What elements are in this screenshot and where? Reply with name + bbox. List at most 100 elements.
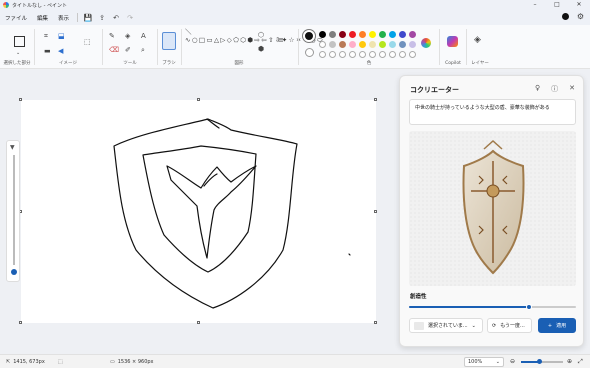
account-avatar-icon[interactable] <box>561 13 569 20</box>
menu-file[interactable]: ファイル <box>0 14 32 22</box>
custom-color-slot[interactable] <box>389 51 396 58</box>
share-icon[interactable]: ⇪ <box>95 14 109 22</box>
zoom-value: 100% <box>468 359 483 365</box>
retry-button[interactable]: ⟳ もう一度... <box>487 318 532 333</box>
fill-icon[interactable]: ◈ <box>125 32 130 40</box>
color-swatch[interactable] <box>359 41 366 48</box>
fit-screen-icon[interactable]: ⤢ <box>578 358 583 366</box>
custom-color-slot[interactable] <box>379 51 386 58</box>
color-swatch[interactable] <box>329 31 336 38</box>
select-rectangle-icon[interactable] <box>14 36 25 47</box>
redo-icon[interactable]: ↷ <box>123 14 137 22</box>
resize-icon[interactable]: ⬓ <box>58 32 65 40</box>
color-swatch[interactable] <box>319 31 326 38</box>
magnifier-icon[interactable]: ⌕ <box>141 46 145 54</box>
custom-color-slot[interactable] <box>319 51 326 58</box>
text-icon[interactable]: A <box>141 32 146 40</box>
color-swatch[interactable] <box>319 41 326 48</box>
color-swatch[interactable] <box>349 41 356 48</box>
save-icon[interactable]: 💾 <box>81 14 95 22</box>
color-swatch[interactable] <box>349 31 356 38</box>
brush-icon[interactable] <box>162 32 176 50</box>
color-swatch[interactable] <box>389 41 396 48</box>
color-swatch[interactable] <box>359 31 366 38</box>
shape-fill-icon[interactable]: ⬢ <box>258 45 264 53</box>
close-icon[interactable]: ✕ <box>568 0 590 10</box>
canvas-resize-handle[interactable] <box>19 98 22 101</box>
canvas-resize-handle[interactable] <box>374 210 377 213</box>
custom-color-slot[interactable] <box>409 51 416 58</box>
info-icon[interactable]: ⓘ <box>551 84 558 94</box>
select-dropdown-icon[interactable]: ⌄ <box>16 49 20 57</box>
eraser-icon[interactable]: ⌫ <box>109 46 119 54</box>
shape-outline-icon[interactable]: ⬡ <box>258 31 264 39</box>
zoom-slider[interactable] <box>521 359 563 364</box>
edit-colors-icon[interactable] <box>421 38 431 48</box>
ribbon-divider <box>181 29 182 65</box>
custom-color-slot[interactable] <box>349 51 356 58</box>
zoom-out-icon[interactable]: ⊖ <box>510 358 515 365</box>
canvas-resize-handle[interactable] <box>197 321 200 324</box>
secondary-color-swatch[interactable] <box>305 48 314 57</box>
layers-icon[interactable]: ◈ <box>474 35 481 45</box>
primary-color-swatch[interactable] <box>303 30 315 42</box>
close-panel-icon[interactable]: ✕ <box>569 84 575 94</box>
minimize-icon[interactable]: – <box>524 0 546 10</box>
zoom-in-icon[interactable]: ⊕ <box>567 358 572 365</box>
refresh-icon: ⟳ <box>492 322 497 329</box>
creativity-slider[interactable] <box>409 304 576 310</box>
shield-sketch <box>113 118 351 309</box>
zoom-slider-knob[interactable] <box>537 359 542 364</box>
undo-icon[interactable]: ↶ <box>109 14 123 22</box>
line-size-icon[interactable]: ≡ <box>278 36 284 44</box>
generated-shield-image <box>462 139 525 275</box>
color-swatch[interactable] <box>369 41 376 48</box>
remove-background-icon[interactable]: ▬ <box>44 47 51 55</box>
color-picker-icon[interactable]: ✐ <box>125 46 131 54</box>
color-swatch[interactable] <box>329 41 336 48</box>
crop-icon[interactable]: ⌗ <box>44 32 48 40</box>
image-select-icon[interactable]: ⬚ <box>84 38 91 46</box>
canvas-resize-handle[interactable] <box>374 98 377 101</box>
color-swatch[interactable] <box>379 41 386 48</box>
shapes-gallery[interactable]: ＼∿○□▭△▷◇⬠⬡⬢⇨⇦⇧⇩✦☆✶♡◔⬭ <box>185 28 323 44</box>
color-swatch[interactable] <box>339 31 346 38</box>
generated-image-preview[interactable] <box>409 131 576 286</box>
creativity-slider-knob[interactable] <box>526 304 533 310</box>
color-swatch[interactable] <box>379 31 386 38</box>
cocreator-panel: コクリエーター ♀ ⓘ ✕ 中世の騎士が持っているような大型の盾、豪華な装飾があ… <box>399 75 584 347</box>
retry-label: もう一度... <box>500 323 525 329</box>
color-swatch[interactable] <box>339 41 346 48</box>
color-swatch[interactable] <box>399 41 406 48</box>
brush-size-track[interactable] <box>13 155 15 265</box>
canvas-resize-handle[interactable] <box>197 98 200 101</box>
custom-color-slot[interactable] <box>329 51 336 58</box>
rotate-icon[interactable]: ◀ <box>58 47 63 55</box>
canvas-resize-handle[interactable] <box>374 321 377 324</box>
custom-color-slot[interactable] <box>369 51 376 58</box>
custom-color-slot[interactable] <box>359 51 366 58</box>
menu-view[interactable]: 表示 <box>53 14 74 22</box>
lightbulb-icon[interactable]: ♀ <box>535 84 540 94</box>
color-swatch[interactable] <box>409 31 416 38</box>
apply-button[interactable]: + 適用 <box>538 318 576 333</box>
copilot-icon[interactable] <box>447 36 458 47</box>
canvas-resize-handle[interactable] <box>19 321 22 324</box>
drawing-canvas[interactable] <box>21 100 376 323</box>
custom-color-slot[interactable] <box>339 51 346 58</box>
style-select-label: 選択されていま... <box>428 323 468 329</box>
prompt-input[interactable]: 中世の騎士が持っているような大型の盾、豪華な装飾がある <box>409 99 576 125</box>
style-select-button[interactable]: 選択されていま... ⌄ <box>409 318 483 333</box>
color-swatch[interactable] <box>389 31 396 38</box>
brush-size-knob[interactable] <box>11 269 17 275</box>
color-swatch[interactable] <box>369 31 376 38</box>
color-swatch[interactable] <box>399 31 406 38</box>
custom-color-slot[interactable] <box>399 51 406 58</box>
color-swatch[interactable] <box>409 41 416 48</box>
pencil-icon[interactable]: ✎ <box>109 32 115 40</box>
maximize-icon[interactable]: □ <box>546 0 568 10</box>
settings-gear-icon[interactable]: ⚙ <box>577 12 584 21</box>
menu-edit[interactable]: 編集 <box>32 14 53 22</box>
zoom-select[interactable]: 100% ⌄ <box>464 357 504 367</box>
ribbon-toolbar: ⌄ 選択した部分 ⌗ ⬓ ⬚ ▬ ◀ イメージ ✎ ◈ A ⌫ ✐ ⌕ ツール … <box>0 25 590 69</box>
